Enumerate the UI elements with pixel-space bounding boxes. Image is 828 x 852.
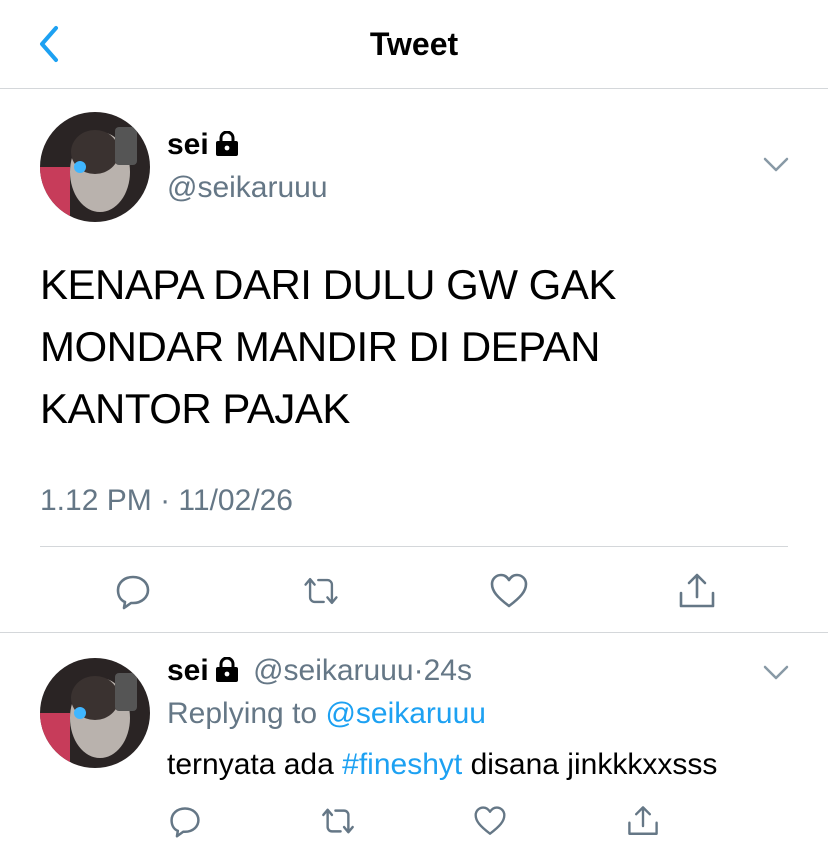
section-separator	[0, 632, 828, 633]
share-button[interactable]	[677, 571, 717, 611]
chevron-down-icon	[763, 665, 789, 680]
reply-button[interactable]	[165, 801, 205, 841]
retweet-icon	[304, 578, 338, 604]
tweet-text-line: MONDAR MANDIR DI DEPAN	[40, 323, 600, 370]
lock-icon	[215, 130, 239, 162]
tweet-text: KENAPA DARI DULU GW GAK MONDAR MANDIR DI…	[40, 254, 800, 440]
reply-age: 24s	[423, 654, 472, 687]
like-icon	[474, 806, 506, 835]
reply-text: ternyata ada #fineshyt disana jinkkkxxss…	[167, 748, 717, 782]
chevron-down-icon	[763, 157, 789, 172]
author-name[interactable]: sei	[167, 128, 209, 161]
tweet-timestamp: 1.12 PM · 11/02/26	[40, 484, 293, 518]
replying-to-label: Replying to	[167, 697, 318, 730]
replying-to-handle-link[interactable]: @seikaruuu	[325, 697, 486, 730]
separator-dot: ·	[160, 484, 171, 517]
avatar[interactable]	[40, 112, 150, 222]
retweet-button[interactable]	[301, 571, 341, 611]
tweet-text-line: KENAPA DARI DULU GW GAK	[40, 261, 616, 308]
hashtag-link[interactable]: #fineshyt	[342, 748, 462, 781]
reply-menu-button[interactable]	[762, 664, 790, 687]
reply-text-after: disana jinkkkxxsss	[470, 748, 718, 781]
tweet-author: sei	[167, 128, 239, 162]
like-button[interactable]	[489, 571, 529, 611]
replying-to: Replying to @seikaruuu	[167, 697, 486, 731]
reply-actions	[165, 801, 663, 841]
reply-author-handle[interactable]: @seikaruuu	[253, 654, 414, 687]
share-icon	[679, 573, 715, 608]
page-title: Tweet	[369, 26, 459, 62]
reply-icon	[116, 575, 150, 610]
reply-author-name[interactable]: sei	[167, 654, 209, 687]
tweet-text-line: KANTOR PAJAK	[40, 385, 350, 432]
retweet-icon	[321, 808, 354, 834]
reply-avatar[interactable]	[40, 658, 150, 768]
author-handle[interactable]: @seikaruuu	[167, 171, 328, 205]
reply-button[interactable]	[113, 571, 153, 611]
like-button[interactable]	[470, 801, 510, 841]
share-icon	[628, 806, 658, 835]
tweet-date: 11/02/26	[178, 484, 293, 517]
separator-dot: ·	[413, 654, 424, 687]
like-icon	[490, 573, 528, 608]
reply-header: sei @seikaruuu·24s	[167, 654, 472, 691]
reply-text-before: ternyata ada	[167, 748, 334, 781]
tweet-time: 1.12 PM	[40, 484, 152, 517]
tweet-menu-button[interactable]	[762, 156, 790, 179]
top-bar: Tweet	[0, 0, 828, 89]
tweet-actions	[113, 571, 717, 611]
retweet-button[interactable]	[318, 801, 358, 841]
reply-icon	[170, 807, 200, 838]
divider	[40, 546, 788, 547]
share-button[interactable]	[623, 801, 663, 841]
lock-icon	[215, 656, 239, 691]
